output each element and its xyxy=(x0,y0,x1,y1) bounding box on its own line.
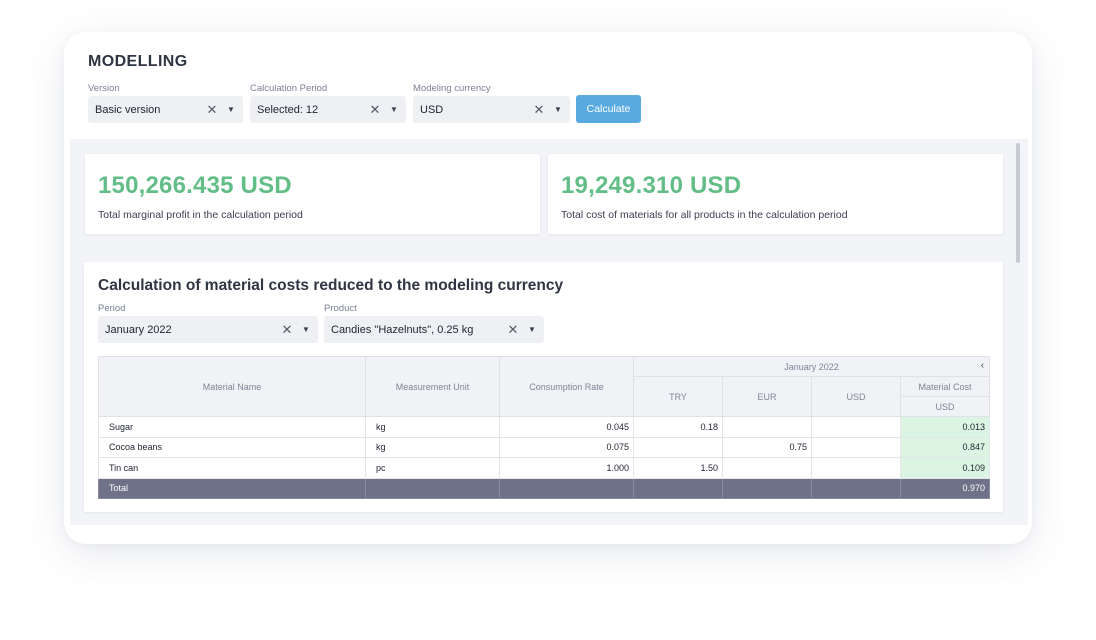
col-header-try[interactable]: TRY xyxy=(633,376,723,417)
table-row[interactable]: Cocoa beans kg 0.075 0.75 0.847 xyxy=(98,436,991,458)
cell-rate: 1.000 xyxy=(499,457,634,479)
cell-material-cost: 0.013 xyxy=(899,416,991,438)
cell-usd xyxy=(811,416,901,438)
currency-label: Modeling currency xyxy=(413,83,491,94)
cell-unit: kg xyxy=(365,436,500,458)
col-header-usd[interactable]: USD xyxy=(811,376,901,417)
cell-usd xyxy=(811,436,901,458)
cell-eur xyxy=(722,457,812,479)
caret-down-icon[interactable]: ▼ xyxy=(299,325,313,334)
product-value: Candies "Hazelnuts", 0.25 kg xyxy=(331,323,474,336)
cell-material-cost: 0.109 xyxy=(899,457,991,479)
product-label: Product xyxy=(324,303,357,314)
cell-unit: kg xyxy=(365,416,500,438)
period-label: Period xyxy=(98,303,126,314)
cell-try: 0.18 xyxy=(633,416,723,438)
modelling-card: MODELLING Version Basic version ✕ ▼ Calc… xyxy=(64,32,1032,544)
col-header-material-cost-currency[interactable]: USD xyxy=(899,396,991,417)
total-row: Total 0.970 xyxy=(98,477,991,499)
period-select[interactable]: January 2022 ✕ ▼ xyxy=(98,316,318,343)
kpi-value: 150,266.435 USD xyxy=(98,172,292,199)
caret-down-icon[interactable]: ▼ xyxy=(224,105,238,114)
page-title: MODELLING xyxy=(88,53,188,70)
kpi-material-cost: 19,249.310 USD Total cost of materials f… xyxy=(548,154,1003,234)
cell-material-cost: 0.847 xyxy=(899,436,991,458)
chevron-left-icon[interactable]: ‹ xyxy=(981,360,984,371)
close-icon[interactable]: ✕ xyxy=(280,322,294,338)
table-row[interactable]: Sugar kg 0.045 0.18 0.013 xyxy=(98,416,991,438)
vertical-scrollbar[interactable] xyxy=(1016,143,1020,263)
cell-material-name: Sugar xyxy=(98,416,366,438)
col-group-period-label: January 2022 xyxy=(784,361,839,372)
kpi-marginal-profit: 150,266.435 USD Total marginal profit in… xyxy=(85,154,540,234)
cell-rate: 0.075 xyxy=(499,436,634,458)
calc-period-label: Calculation Period xyxy=(250,83,328,94)
cell-material-name: Cocoa beans xyxy=(98,436,366,458)
kpi-description: Total cost of materials for all products… xyxy=(561,209,848,221)
version-label: Version xyxy=(88,83,120,94)
calc-period-select[interactable]: Selected: 12 ✕ ▼ xyxy=(250,96,406,123)
product-select[interactable]: Candies "Hazelnuts", 0.25 kg ✕ ▼ xyxy=(324,316,544,343)
col-header-material-cost[interactable]: Material Cost xyxy=(899,376,991,397)
cell-usd xyxy=(811,457,901,479)
col-group-period[interactable]: January 2022 ‹ xyxy=(632,356,991,377)
cell-eur xyxy=(722,416,812,438)
results-area: 150,266.435 USD Total marginal profit in… xyxy=(70,139,1028,525)
close-icon[interactable]: ✕ xyxy=(205,102,219,118)
caret-down-icon[interactable]: ▼ xyxy=(551,105,565,114)
version-value: Basic version xyxy=(95,103,161,116)
col-header-unit[interactable]: Measurement Unit xyxy=(365,356,500,417)
calc-period-value: Selected: 12 xyxy=(257,103,319,116)
caret-down-icon[interactable]: ▼ xyxy=(387,105,401,114)
period-value: January 2022 xyxy=(105,323,172,336)
total-material-cost: 0.970 xyxy=(899,477,991,499)
material-costs-table: Material Name Measurement Unit Consumpti… xyxy=(98,356,991,499)
close-icon[interactable]: ✕ xyxy=(368,102,382,118)
close-icon[interactable]: ✕ xyxy=(532,102,546,118)
cell-try xyxy=(633,436,723,458)
cell-material-name: Tin can xyxy=(98,457,366,479)
material-costs-panel: Calculation of material costs reduced to… xyxy=(84,262,1003,512)
cell-try: 1.50 xyxy=(633,457,723,479)
total-cell-empty xyxy=(811,477,901,499)
caret-down-icon[interactable]: ▼ xyxy=(525,325,539,334)
col-header-eur[interactable]: EUR xyxy=(722,376,812,417)
col-header-rate[interactable]: Consumption Rate xyxy=(499,356,634,417)
total-cell-empty xyxy=(633,477,723,499)
version-select[interactable]: Basic version ✕ ▼ xyxy=(88,96,243,123)
total-cell-empty xyxy=(722,477,812,499)
cell-unit: pc xyxy=(365,457,500,479)
kpi-value: 19,249.310 USD xyxy=(561,172,742,199)
currency-value: USD xyxy=(420,103,444,116)
cell-eur: 0.75 xyxy=(722,436,812,458)
currency-select[interactable]: USD ✕ ▼ xyxy=(413,96,570,123)
panel-title: Calculation of material costs reduced to… xyxy=(98,277,564,294)
total-cell-empty xyxy=(365,477,500,499)
total-label: Total xyxy=(98,477,366,499)
table-row[interactable]: Tin can pc 1.000 1.50 0.109 xyxy=(98,457,991,479)
cell-rate: 0.045 xyxy=(499,416,634,438)
close-icon[interactable]: ✕ xyxy=(506,322,520,338)
col-header-material-name[interactable]: Material Name xyxy=(98,356,366,417)
calculate-button[interactable]: Calculate xyxy=(576,95,641,123)
total-cell-empty xyxy=(499,477,634,499)
kpi-description: Total marginal profit in the calculation… xyxy=(98,209,303,221)
